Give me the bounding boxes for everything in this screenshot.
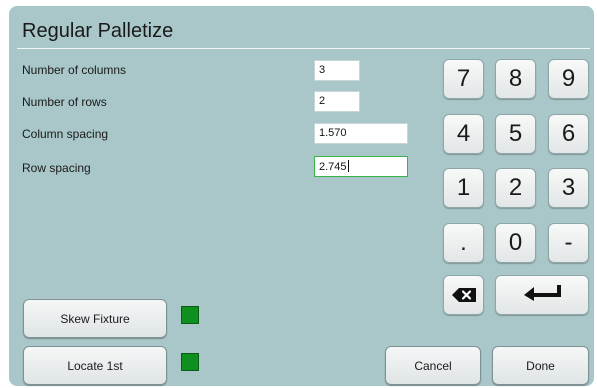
enter-arrow-icon: [521, 281, 563, 309]
rows-input[interactable]: 2: [314, 91, 360, 112]
key-4[interactable]: 4: [443, 114, 484, 154]
text-caret: [347, 160, 349, 172]
key-0[interactable]: 0: [495, 223, 536, 263]
locate-first-button[interactable]: Locate 1st: [23, 346, 167, 385]
key-decimal[interactable]: .: [443, 223, 484, 263]
key-1[interactable]: 1: [443, 168, 484, 208]
dialog-title: Regular Palletize: [22, 20, 174, 42]
cancel-button[interactable]: Cancel: [385, 346, 481, 385]
columns-label: Number of columns: [22, 63, 127, 77]
key-6[interactable]: 6: [548, 114, 589, 154]
key-minus[interactable]: -: [548, 223, 589, 263]
column-spacing-input[interactable]: 1.570: [314, 123, 408, 144]
rows-label: Number of rows: [22, 95, 107, 109]
key-9[interactable]: 9: [548, 59, 589, 99]
done-button[interactable]: Done: [492, 346, 589, 385]
rows-value: 2: [319, 95, 326, 107]
row-spacing-value: 2.745: [319, 161, 347, 173]
key-2[interactable]: 2: [495, 168, 536, 208]
key-7[interactable]: 7: [443, 59, 484, 99]
key-8[interactable]: 8: [495, 59, 536, 99]
backspace-key[interactable]: [443, 275, 484, 315]
title-divider: [17, 48, 590, 49]
row-spacing-input[interactable]: 2.745: [314, 156, 408, 177]
key-5[interactable]: 5: [495, 114, 536, 154]
skew-fixture-button[interactable]: Skew Fixture: [23, 299, 167, 338]
columns-value: 3: [319, 64, 326, 76]
locate-first-indicator: [181, 353, 199, 371]
columns-input[interactable]: 3: [314, 60, 360, 81]
column-spacing-value: 1.570: [319, 127, 347, 139]
key-3[interactable]: 3: [548, 168, 589, 208]
row-spacing-label: Row spacing: [22, 161, 91, 175]
backspace-icon: [451, 281, 476, 309]
skew-fixture-indicator: [181, 306, 199, 324]
column-spacing-label: Column spacing: [22, 127, 109, 141]
enter-key[interactable]: [495, 275, 589, 315]
